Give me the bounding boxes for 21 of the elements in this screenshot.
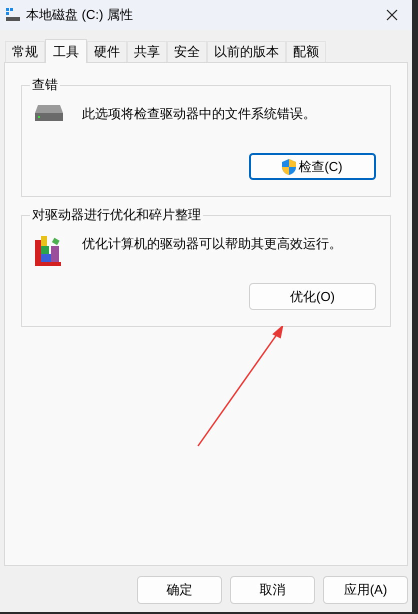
dialog-button[interactable]: 应用(A): [323, 576, 408, 604]
tab[interactable]: 常规: [5, 41, 45, 62]
tab[interactable]: 配额: [286, 41, 326, 62]
close-icon[interactable]: [386, 9, 398, 21]
tab[interactable]: 工具: [45, 39, 87, 63]
dialog-button[interactable]: 取消: [230, 576, 315, 604]
tab[interactable]: 共享: [127, 41, 167, 62]
description-text: 此选项将检查驱动器中的文件系统错误。: [82, 105, 316, 123]
group-title: 对驱动器进行优化和碎片整理: [30, 206, 203, 224]
hard-drive-icon: [34, 104, 64, 122]
dialog-button[interactable]: 确定: [137, 576, 222, 604]
tab[interactable]: 硬件: [87, 41, 127, 62]
shield-icon: [282, 158, 296, 174]
drive-icon: [6, 8, 20, 22]
tab[interactable]: 以前的版本: [207, 41, 286, 62]
window-title: 本地磁盘 (C:) 属性: [26, 6, 133, 24]
tab[interactable]: 安全: [167, 41, 207, 62]
group-title: 查错: [30, 76, 60, 94]
action-button[interactable]: 优化(O): [249, 283, 376, 310]
description-text: 优化计算机的驱动器可以帮助其更高效运行。: [82, 235, 342, 253]
action-button[interactable]: 检查(C): [249, 153, 376, 180]
